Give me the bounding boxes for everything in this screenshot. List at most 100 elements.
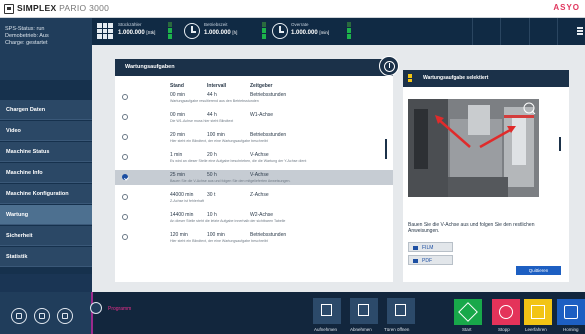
warning-indicator[interactable]: ASYO (553, 3, 580, 12)
detail-header: Wartungsaufgabe selektiert (403, 70, 569, 87)
table-row[interactable]: 14400 min 10 h W2-Achse An dieser Stelle st… (115, 210, 393, 225)
bottom-left-panel (0, 292, 92, 334)
table-row[interactable]: 20 min 100 min Betriebsstunden Hier steht e… (115, 130, 393, 145)
table-title: Wartungsaufgaben (125, 64, 175, 70)
table-row[interactable]: 44000 min 30 t Z-Achse Z-Achse ist fehlerha… (115, 190, 393, 205)
row-stand: 00 min (170, 92, 186, 98)
counter-value: 1.000.000 [min] (291, 30, 330, 36)
row-stand: 44000 min (170, 192, 194, 198)
title-bar: SIMPLEX PARIO 3000 ASYO (0, 0, 585, 18)
table-row[interactable]: 25 min 50 h V-Achse Bauen Sie die V-Achse a… (115, 170, 393, 185)
brand-model: PARIO 3000 (59, 3, 110, 13)
row-stand: 00 min (170, 112, 186, 118)
grid-icon[interactable] (97, 23, 113, 39)
aufnehmen-icon (321, 304, 332, 316)
program-icon[interactable] (90, 302, 102, 314)
sidebar: SPS-Status: run Demobetrieb: Aus Charge:… (0, 18, 92, 292)
tueren-oeffnen-button[interactable] (387, 298, 415, 324)
nav-wartung[interactable]: Wartung (0, 205, 92, 225)
row-description: Die W1-Achse muss hier steht Blindtext (170, 119, 234, 123)
nav-statistik[interactable]: Statistik (0, 247, 92, 267)
row-radio[interactable] (122, 194, 128, 200)
counter-label: Stückzähler (118, 22, 142, 27)
abnehmen-label: Abnehmen (350, 327, 372, 332)
row-radio[interactable] (122, 114, 128, 120)
quittieren-button[interactable]: Quittieren (516, 266, 561, 275)
app-window: SIMPLEX PARIO 3000 ASYO Stückzähler 1.00… (0, 0, 585, 334)
homing-label: Homing (563, 327, 579, 332)
row-interval: 100 min (207, 232, 225, 238)
nav-video[interactable]: Video (0, 121, 92, 141)
row-interval: 20 h (207, 152, 217, 158)
row-radio[interactable] (122, 134, 128, 140)
table-row[interactable]: 1 min 20 h V-Achse Es wird an dieser Stelle… (115, 150, 393, 165)
row-description: Hier steht ein Blindtext, der eine Wartu… (170, 139, 268, 143)
homing-icon (564, 305, 578, 319)
table-scrollbar[interactable] (385, 139, 387, 159)
row-radio[interactable] (122, 94, 128, 100)
row-timer: Z-Achse (250, 192, 269, 198)
status-cells (472, 18, 585, 45)
table-row[interactable]: 00 min 44 h Betriebsstunden Wartungsaufgabe… (115, 90, 393, 105)
stop-label: Stopp (498, 327, 510, 332)
table-header: Wartungsaufgaben (115, 59, 393, 76)
program-label[interactable]: Programm (108, 306, 131, 312)
row-timer: V-Achse (250, 152, 269, 158)
overrate-icon (272, 23, 288, 39)
detail-title: Wartungsaufgabe selektiert (423, 75, 489, 81)
maintenance-photo-drawing (408, 99, 539, 197)
nav-sicherheit[interactable]: Sicherheit (0, 226, 92, 246)
settings-icon[interactable] (34, 308, 50, 324)
nav-maschine-info[interactable]: Maschine Info (0, 163, 92, 183)
leerfahren-button[interactable] (524, 299, 552, 325)
row-interval: 100 min (207, 132, 225, 138)
status-line: SPS-Status: run (5, 26, 45, 32)
row-radio[interactable] (122, 214, 128, 220)
pdf-button-label: PDF (422, 258, 432, 264)
bottom-bar: Programm Aufnehmen Abnehmen Türen öffnen… (0, 292, 585, 334)
maintenance-photo[interactable] (408, 99, 539, 197)
runtime-level-bar (262, 22, 266, 40)
row-description: Z-Achse ist fehlerhaft (170, 199, 204, 203)
start-label: Start (462, 327, 472, 332)
clock-icon (184, 23, 200, 39)
nav-chargen-daten[interactable]: Chargen Daten (0, 100, 92, 120)
start-button[interactable] (454, 299, 482, 325)
stop-button[interactable] (492, 299, 520, 325)
stop-icon (499, 305, 513, 319)
refresh-icon[interactable] (11, 308, 27, 324)
abnehmen-button[interactable] (350, 298, 378, 324)
row-interval: 10 h (207, 212, 217, 218)
row-interval: 30 t (207, 192, 216, 198)
column-header-stand: Stand (170, 83, 184, 89)
history-icon[interactable] (379, 56, 399, 76)
detail-marker-icon (408, 74, 412, 82)
column-header-zeitgeber: Zeitgeber (250, 83, 273, 89)
detail-scrollbar[interactable] (559, 137, 561, 151)
row-radio[interactable] (122, 154, 128, 160)
leerfahren-icon (531, 305, 545, 319)
row-description: Wartungsaufgabe resultierend aus den Bet… (170, 99, 259, 103)
film-button[interactable]: FILM (408, 242, 453, 252)
row-stand: 120 min (170, 232, 188, 238)
brand: SIMPLEX PARIO 3000 (17, 3, 109, 13)
aufnehmen-button[interactable] (313, 298, 341, 324)
list-icon[interactable] (57, 308, 73, 324)
counter-label: Betriebszeit (204, 22, 228, 27)
film-button-label: FILM (422, 245, 434, 251)
menu-icon[interactable] (577, 27, 583, 35)
counter-bar: Stückzähler 1.000.000 [Stk] Betriebszeit… (92, 18, 585, 45)
brand-name: SIMPLEX (17, 3, 57, 13)
pdf-button[interactable]: PDF (408, 255, 453, 265)
row-description: An dieser Stelle steht die letzte Aufgab… (170, 219, 286, 223)
nav-maschine-konfiguration[interactable]: Maschine Konfiguration (0, 184, 92, 204)
table-row[interactable]: 00 min 44 h W1-Achse Die W1-Achse muss hier… (115, 110, 393, 125)
row-radio[interactable] (122, 234, 128, 240)
homing-button[interactable] (557, 299, 585, 325)
row-timer: W2-Achse (250, 212, 274, 218)
nav-maschine-status[interactable]: Maschine Status (0, 142, 92, 162)
column-header-intervall: Intervall (207, 83, 227, 89)
table-row[interactable]: 120 min 100 min Betriebsstunden Hier steht … (115, 230, 393, 245)
row-radio[interactable] (122, 174, 128, 180)
row-description: Bauen Sie die V-Achse aus und folgen Sie… (170, 179, 291, 183)
